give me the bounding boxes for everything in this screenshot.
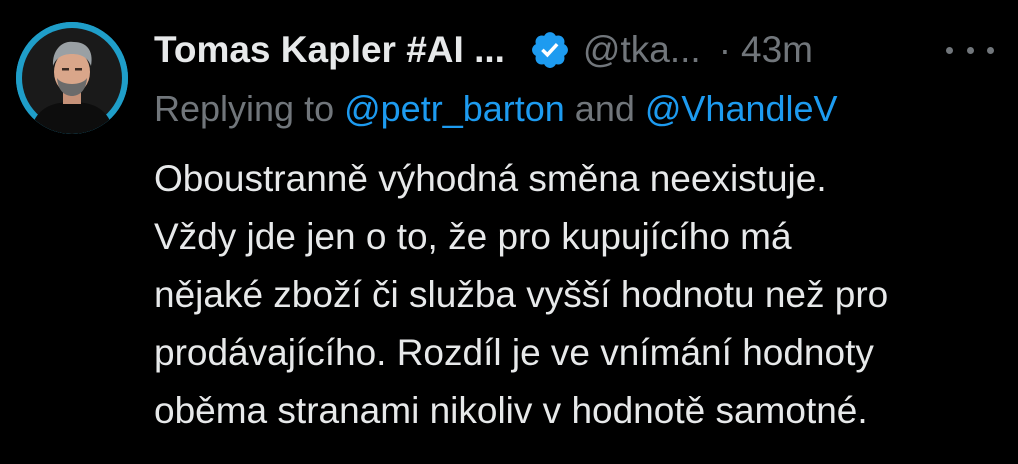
tweet-header: Tomas Kapler #AI ... @tka... · 43m bbox=[154, 24, 813, 76]
more-dot bbox=[987, 46, 994, 54]
reply-conjunction: and bbox=[564, 88, 645, 129]
tweet-text-line: Oboustranně výhodná směna neexistuje. bbox=[154, 158, 827, 199]
tweet-text: Oboustranně výhodná směna neexistuje. Vž… bbox=[154, 150, 1004, 440]
mention-link-2[interactable]: @VhandleV bbox=[645, 88, 838, 129]
author-display-name[interactable]: Tomas Kapler #AI ... bbox=[154, 29, 505, 71]
reply-prefix: Replying to bbox=[154, 88, 345, 129]
tweet[interactable]: Tomas Kapler #AI ... @tka... · 43m Reply… bbox=[0, 0, 1018, 464]
reply-context: Replying to @petr_barton and @VhandleV bbox=[154, 88, 838, 130]
more-dot bbox=[946, 46, 953, 54]
author-handle[interactable]: @tka... bbox=[583, 29, 701, 71]
tweet-text-line: prodávajícího. Rozdíl je ve vnímání hodn… bbox=[154, 332, 874, 373]
avatar-photo bbox=[16, 22, 128, 134]
more-dot bbox=[966, 46, 974, 54]
verified-check-icon[interactable] bbox=[529, 29, 571, 71]
more-options-icon[interactable] bbox=[946, 38, 994, 62]
tweet-text-line: Vždy jde jen o to, že pro kupujícího má bbox=[154, 216, 792, 257]
separator-dot: · bbox=[718, 29, 732, 70]
tweet-text-line: oběma stranami nikoliv v hodnotě samotné… bbox=[154, 390, 868, 431]
tweet-text-line: nějaké zboží či služba vyšší hodnotu než… bbox=[154, 274, 889, 315]
tweet-timestamp[interactable]: 43m bbox=[741, 29, 813, 71]
avatar[interactable] bbox=[16, 22, 128, 134]
mention-link-1[interactable]: @petr_barton bbox=[344, 88, 565, 129]
